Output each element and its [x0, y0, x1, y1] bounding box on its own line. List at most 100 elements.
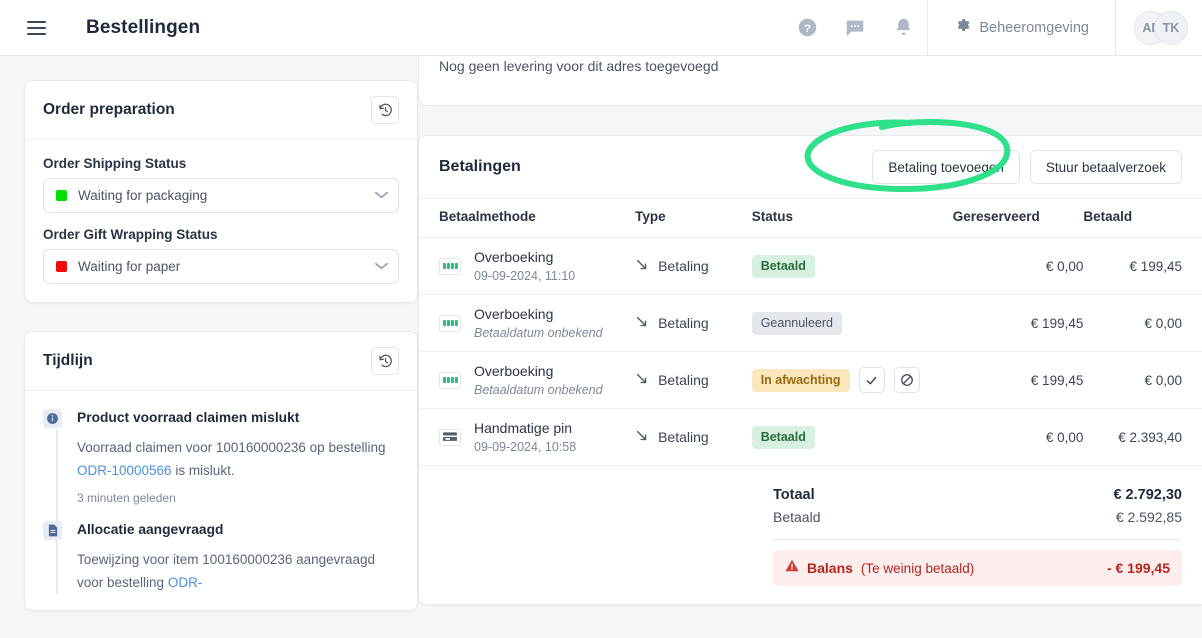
- cell-reserved: € 0,00: [952, 408, 1084, 466]
- method-wrap: Handmatige pin 09-09-2024, 10:58: [439, 419, 635, 455]
- ban-icon[interactable]: [893, 367, 920, 393]
- add-payment-button[interactable]: Betaling toevoegen: [872, 150, 1020, 184]
- help-circle-icon[interactable]: ?: [783, 0, 831, 56]
- balance-label: Balans: [807, 560, 853, 576]
- method-subtext: Betaaldatum onbekend: [474, 326, 603, 340]
- type-wrap: Betaling: [635, 315, 752, 332]
- payments-header: Betalingen Betaling toevoegen Stuur beta…: [419, 136, 1202, 199]
- balance-row: Balans (Te weinig betaald) - € 199,45: [773, 550, 1182, 586]
- method-name: Overboeking: [474, 249, 554, 265]
- table-row[interactable]: Overboeking 09-09-2024, 11:10 Betaling B…: [419, 237, 1202, 295]
- admin-environment-label: Beheeromgeving: [979, 19, 1089, 36]
- payments-card: Betalingen Betaling toevoegen Stuur beta…: [418, 135, 1202, 605]
- status-badge: Betaald: [751, 425, 815, 449]
- totals-divider: [773, 539, 1182, 540]
- type-wrap: Betaling: [635, 372, 752, 389]
- timeline-order-link[interactable]: ODR-10000566: [77, 463, 172, 478]
- table-row[interactable]: Overboeking Betaaldatum onbekend Betalin: [419, 294, 1202, 352]
- chevron-down-icon: [375, 190, 388, 202]
- col-header-paid: Betaald: [1083, 199, 1202, 238]
- timeline-title: Tijdlijn: [43, 352, 93, 369]
- cell-paid: € 0,00: [1083, 294, 1202, 352]
- bank-transfer-icon: [439, 314, 461, 332]
- method-wrap: Overboeking 09-09-2024, 11:10: [439, 248, 635, 284]
- method-name: Overboeking: [474, 306, 554, 322]
- cell-reserved: € 0,00: [952, 237, 1084, 295]
- status-badge: In afwachting: [751, 368, 850, 392]
- totals-total-value: € 2.792,30: [1113, 487, 1182, 503]
- method-text: Overboeking 09-09-2024, 11:10: [474, 248, 575, 284]
- timeline-item-title: Product voorraad claimen mislukt: [77, 410, 300, 425]
- page-title: Bestellingen: [86, 16, 201, 38]
- warning-triangle-icon: [785, 559, 799, 577]
- order-preparation-header: Order preparation: [25, 81, 417, 140]
- table-row[interactable]: Handmatige pin 09-09-2024, 10:58 Betalin: [419, 408, 1202, 466]
- order-preparation-title: Order preparation: [43, 101, 175, 118]
- timeline-desc-before: Voorraad claimen voor 100160000236 op be…: [77, 440, 386, 455]
- cell-status: Geannuleerd: [751, 294, 953, 352]
- history-clock-icon-timeline[interactable]: [371, 347, 399, 375]
- timeline-order-link-2[interactable]: ODR-: [168, 575, 203, 590]
- col-header-type: Type: [635, 199, 752, 238]
- order-preparation-body: Order Shipping Status Waiting for packag…: [25, 140, 417, 302]
- cell-method: Overboeking Betaaldatum onbekend: [419, 351, 636, 409]
- avatar-group[interactable]: AE TK: [1116, 0, 1202, 56]
- avatar-primary[interactable]: TK: [1154, 10, 1188, 45]
- cell-reserved: € 199,45: [952, 294, 1084, 352]
- cell-type: Betaling: [635, 237, 752, 295]
- col-header-reserved: Gereserveerd: [952, 199, 1084, 238]
- timeline-item-time: 3 minuten geleden: [77, 491, 176, 505]
- cell-reserved: € 199,45: [952, 351, 1084, 409]
- method-text: Overboeking Betaaldatum onbekend: [474, 362, 603, 398]
- check-icon[interactable]: [858, 367, 885, 393]
- order-shipping-status-field: Order Shipping Status Waiting for packag…: [43, 156, 399, 213]
- order-preparation-card: Order preparation Order Shipping Status …: [24, 80, 418, 303]
- order-gift-wrapping-status-value: Waiting for paper: [78, 259, 181, 274]
- cell-type: Betaling: [635, 294, 752, 352]
- page-body: Order preparation Order Shipping Status …: [0, 56, 1202, 638]
- cell-status: Betaald: [751, 237, 953, 295]
- notification-bell-icon[interactable]: [879, 0, 927, 56]
- type-label: Betaling: [658, 372, 709, 388]
- order-gift-wrapping-status-select[interactable]: Waiting for paper: [43, 249, 399, 284]
- payments-table-body: Overboeking 09-09-2024, 11:10 Betaling B…: [419, 237, 1202, 466]
- delivery-stub-text: Nog geen levering voor dit adres toegevo…: [439, 58, 719, 74]
- cell-status: In afwachting: [751, 351, 953, 409]
- left-sidebar-column: Order preparation Order Shipping Status …: [0, 56, 418, 638]
- field-spacer: [43, 213, 399, 227]
- status-color-swatch-red: [56, 261, 67, 272]
- table-row[interactable]: Overboeking Betaaldatum onbekend Betalin: [419, 351, 1202, 409]
- method-wrap: Overboeking Betaaldatum onbekend: [439, 362, 635, 398]
- order-shipping-status-value: Waiting for packaging: [78, 188, 208, 203]
- method-subtext: 09-09-2024, 11:10: [474, 269, 576, 283]
- totals-total-label: Totaal: [773, 487, 815, 503]
- status-color-swatch-green: [56, 190, 67, 201]
- balance-value: - € 199,45: [1106, 560, 1170, 576]
- method-name: Overboeking: [474, 363, 554, 379]
- order-shipping-status-select[interactable]: Waiting for packaging: [43, 178, 399, 213]
- document-icon: [43, 521, 62, 540]
- cell-paid: € 199,45: [1083, 237, 1202, 295]
- status-wrap: Geannuleerd: [751, 311, 953, 335]
- top-header-bar: Bestellingen ? Beheeromgeving AE TK: [0, 0, 1202, 56]
- balance-left: Balans (Te weinig betaald): [785, 559, 1107, 577]
- payments-table: Betaalmethode Type Status Gereserveerd B…: [419, 199, 1202, 466]
- type-label: Betaling: [658, 315, 709, 331]
- chat-bubble-icon[interactable]: [831, 0, 879, 56]
- history-clock-icon[interactable]: [371, 96, 399, 124]
- send-payment-request-button[interactable]: Stuur betaalverzoek: [1029, 150, 1182, 184]
- type-wrap: Betaling: [635, 429, 752, 446]
- col-header-status: Status: [751, 199, 953, 238]
- totals-paid-value: € 2.592,85: [1115, 509, 1182, 525]
- admin-environment-button[interactable]: Beheeromgeving: [928, 0, 1115, 56]
- gear-icon: [954, 17, 970, 38]
- main-content-column: Nog geen levering voor dit adres toegevo…: [418, 56, 1202, 638]
- order-gift-wrapping-status-field: Order Gift Wrapping Status Waiting for p…: [43, 227, 399, 284]
- timeline-desc-before-2: Toewijzing voor item 100160000236 aangev…: [77, 552, 375, 590]
- status-badge: Betaald: [751, 254, 815, 278]
- cell-paid: € 0,00: [1083, 351, 1202, 409]
- hamburger-menu-icon[interactable]: [8, 0, 64, 56]
- cell-type: Betaling: [635, 408, 752, 466]
- status-badge: Geannuleerd: [751, 311, 842, 335]
- method-name: Handmatige pin: [474, 420, 573, 436]
